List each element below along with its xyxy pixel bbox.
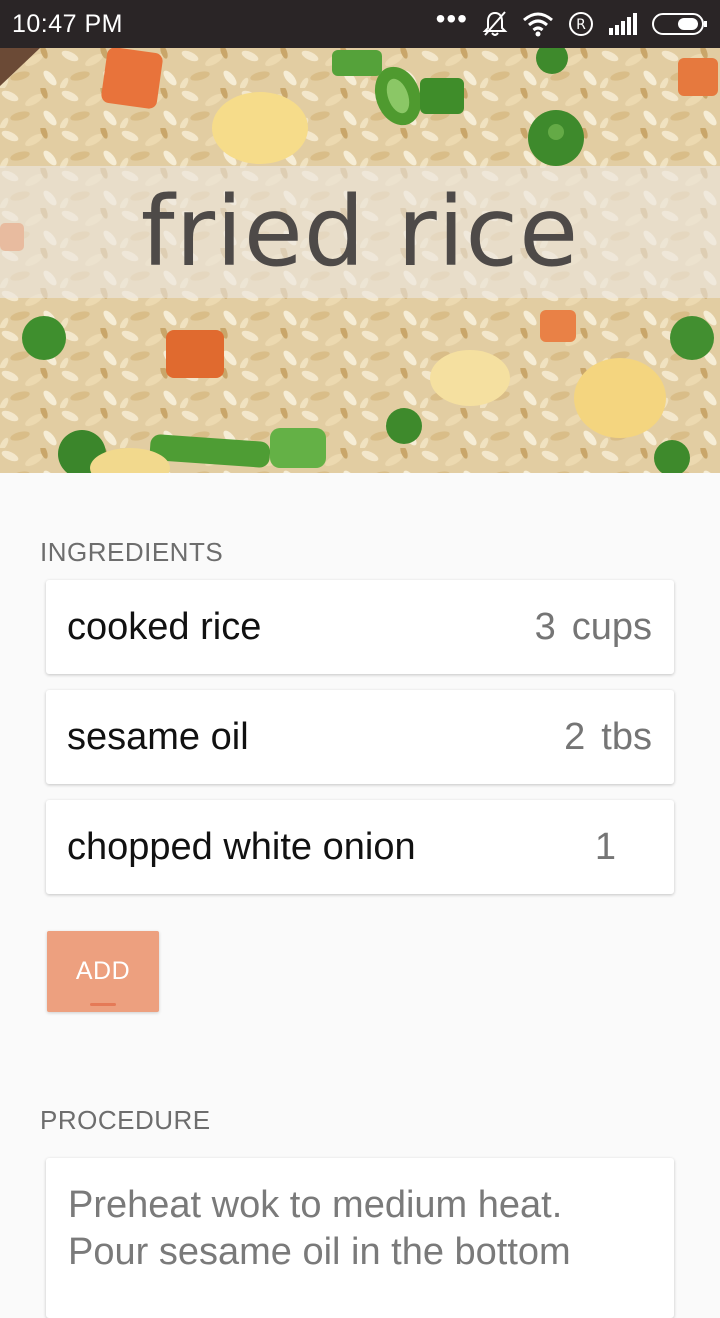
signal-icon: [608, 13, 638, 35]
wifi-icon: [522, 11, 554, 37]
procedure-text[interactable]: Preheat wok to medium heat. Pour sesame …: [68, 1182, 652, 1276]
muted-bell-icon: [482, 10, 508, 38]
ingredient-row[interactable]: chopped white onion 1: [46, 800, 674, 894]
ingredients-section-label: INGREDIENTS: [40, 537, 224, 567]
more-dots-icon: •••: [435, 3, 468, 34]
svg-text:R: R: [576, 17, 586, 33]
add-button-label: ADD: [75, 957, 131, 985]
status-bar: 10:47 PM ••• R: [0, 0, 720, 48]
status-icons: ••• R: [436, 5, 708, 38]
ingredient-quantity: 3 cups: [535, 606, 652, 649]
ingredient-row[interactable]: sesame oil 2 tbs: [46, 690, 674, 784]
add-ingredient-button[interactable]: ADD: [47, 931, 159, 1012]
ingredient-unit: tbs: [601, 715, 652, 758]
ripple-underline: [90, 1003, 116, 1006]
registered-icon: R: [568, 11, 594, 37]
ingredient-quantity: 2 tbs: [564, 716, 652, 759]
ingredient-row[interactable]: cooked rice 3 cups: [46, 580, 674, 674]
status-time: 10:47 PM: [12, 9, 124, 38]
ingredient-name: cooked rice: [67, 605, 262, 648]
ingredient-amount: 1: [594, 825, 616, 868]
title-band: fried rice: [0, 166, 720, 298]
recipe-hero-image: fried rice: [0, 48, 720, 473]
procedure-card[interactable]: Preheat wok to medium heat. Pour sesame …: [46, 1158, 674, 1318]
recipe-title: fried rice: [140, 176, 580, 288]
ingredient-unit: cups: [571, 605, 652, 648]
ingredient-name: sesame oil: [67, 715, 249, 758]
battery-icon: [652, 12, 708, 36]
ingredient-amount: 2: [564, 715, 586, 758]
ingredient-name: chopped white onion: [67, 825, 416, 868]
procedure-section-label: PROCEDURE: [40, 1105, 211, 1135]
ingredient-amount: 3: [534, 605, 556, 648]
ingredient-quantity: 1: [595, 826, 652, 869]
